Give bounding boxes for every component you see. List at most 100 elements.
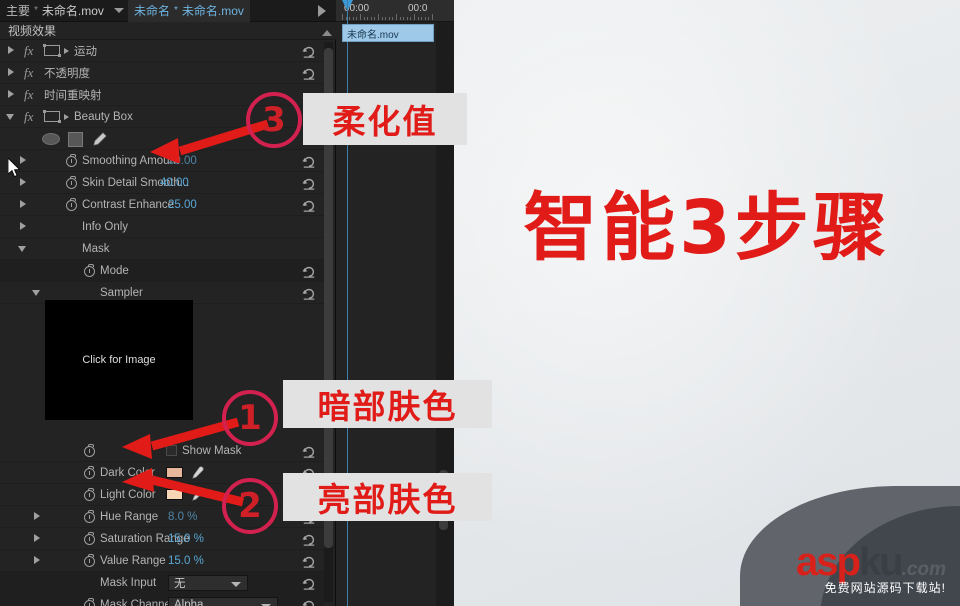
effect-row-saturation-range[interactable]: Saturation Range 15.0 % xyxy=(0,528,324,550)
parameter-label: Sampler xyxy=(100,286,143,299)
twirl-closed-icon[interactable] xyxy=(64,48,69,54)
checkbox-label: Show Mask xyxy=(182,444,242,457)
twirl-closed-icon[interactable] xyxy=(64,114,69,120)
reset-parameter-icon[interactable] xyxy=(302,66,316,80)
reset-parameter-icon[interactable] xyxy=(302,554,316,568)
reset-parameter-icon[interactable] xyxy=(302,576,316,590)
annotation-label-1: 暗部肤色 xyxy=(283,380,492,428)
effect-row-smoothing[interactable]: Smoothing Amount 30.00 xyxy=(0,150,324,172)
parameter-value[interactable]: 40.00 xyxy=(160,177,189,189)
dropdown-mask-channel[interactable]: Alpha xyxy=(168,597,278,606)
clip-name-label: 未命名.mov xyxy=(347,29,399,41)
transform-icon[interactable] xyxy=(43,110,61,123)
effect-row-contrast[interactable]: Contrast Enhance 25.00 xyxy=(0,194,324,216)
stopwatch-toggle-icon[interactable] xyxy=(84,263,95,277)
application-window: 主要 * 未命名.mov 未命名 * 未命名.mov 视频效果 fx 运动 fx 不透… xyxy=(0,0,960,606)
twirl-closed-icon[interactable] xyxy=(32,534,42,544)
reset-parameter-icon[interactable] xyxy=(302,286,316,300)
checkbox[interactable] xyxy=(166,445,177,456)
parameter-label: 运动 xyxy=(74,45,97,58)
parameter-label: Beauty Box xyxy=(74,110,133,123)
effect-row-mode[interactable]: Mode xyxy=(0,260,324,282)
effect-row-mask-input[interactable]: Mask Input 无 xyxy=(0,572,324,594)
fx-icon: fx xyxy=(24,109,34,124)
transform-icon[interactable] xyxy=(43,44,61,57)
eyedropper-icon[interactable] xyxy=(190,488,204,502)
sampler-image-button[interactable]: Click for Image xyxy=(45,300,193,420)
stopwatch-toggle-icon[interactable] xyxy=(84,465,95,479)
stopwatch-toggle-icon[interactable] xyxy=(66,197,77,211)
parameter-value[interactable]: 15.0 % xyxy=(168,555,204,567)
stopwatch-toggle-icon[interactable] xyxy=(84,553,95,567)
parameter-value[interactable]: 25.00 xyxy=(168,199,197,211)
annotation-badge-3-label: 3 xyxy=(262,100,286,140)
parameter-label: Hue Range xyxy=(100,510,159,523)
panel-tab-bar: 主要 * 未命名.mov 未命名 * 未命名.mov xyxy=(0,0,336,22)
timeline-clip[interactable]: 未命名.mov xyxy=(342,24,434,42)
effect-row-motion[interactable]: fx 运动 xyxy=(0,40,324,62)
tab-modified-star: * xyxy=(34,5,38,16)
stopwatch-toggle-icon[interactable] xyxy=(84,509,95,523)
stopwatch-toggle-icon[interactable] xyxy=(66,153,77,167)
stopwatch-toggle-icon[interactable] xyxy=(84,531,95,545)
twirl-closed-icon[interactable] xyxy=(18,178,28,188)
reset-parameter-icon[interactable] xyxy=(302,44,316,58)
pen-mask-icon[interactable] xyxy=(92,131,108,147)
effect-row-info-only[interactable]: Info Only xyxy=(0,216,324,238)
program-monitor[interactable]: 智能3步骤 aspku.com 免费网站源码下载站! xyxy=(454,0,960,606)
parameter-value[interactable]: 15.0 % xyxy=(168,533,204,545)
reset-parameter-icon[interactable] xyxy=(302,176,316,190)
effect-row-value-range[interactable]: Value Range 15.0 % xyxy=(0,550,324,572)
twirl-open-icon[interactable] xyxy=(18,244,28,254)
play-arrow-icon[interactable] xyxy=(318,5,326,17)
stopwatch-toggle-icon[interactable] xyxy=(66,175,77,189)
twirl-open-icon[interactable] xyxy=(6,112,16,122)
effect-row-mask-channel[interactable]: Mask Channel Alpha xyxy=(0,594,324,606)
chevron-down-icon[interactable] xyxy=(231,582,241,587)
effect-row-skin-detail[interactable]: Skin Detail Smooth... 40.00 xyxy=(0,172,324,194)
reset-parameter-icon[interactable] xyxy=(302,598,316,606)
tab-sequence-active[interactable]: 未命名 * 未命名.mov xyxy=(127,0,250,22)
annotation-label-3: 柔化值 xyxy=(303,93,467,145)
twirl-closed-icon[interactable] xyxy=(32,556,42,566)
eyedropper-icon[interactable] xyxy=(190,466,204,480)
rectangle-mask-icon[interactable] xyxy=(68,132,83,147)
tab-sequence-inactive[interactable]: 主要 * 未命名.mov xyxy=(0,0,110,22)
dropdown-mask-input[interactable]: 无 xyxy=(168,575,248,591)
ellipse-mask-icon[interactable] xyxy=(42,133,60,145)
watermark-part-com: .com xyxy=(901,559,946,580)
stopwatch-toggle-icon[interactable] xyxy=(84,597,95,606)
reset-parameter-icon[interactable] xyxy=(302,264,316,278)
video-effects-label: 视频效果 xyxy=(8,24,57,38)
reset-parameter-icon[interactable] xyxy=(302,154,316,168)
twirl-closed-icon[interactable] xyxy=(6,46,16,56)
parameter-label: Mask xyxy=(82,242,110,255)
scroll-up-arrow-icon[interactable] xyxy=(322,30,332,36)
parameter-value[interactable]: 8.0 % xyxy=(168,511,197,523)
annotation-badge-3: 3 xyxy=(246,92,302,148)
twirl-closed-icon[interactable] xyxy=(32,512,42,522)
twirl-closed-icon[interactable] xyxy=(18,222,28,232)
reset-parameter-icon[interactable] xyxy=(302,198,316,212)
reset-parameter-icon[interactable] xyxy=(302,444,316,458)
effect-row-dark-color[interactable]: Dark Color xyxy=(0,462,324,484)
chevron-down-icon[interactable] xyxy=(113,8,124,13)
twirl-closed-icon[interactable] xyxy=(6,90,16,100)
effect-row-show-mask[interactable]: Show Mask xyxy=(0,440,324,462)
twirl-open-icon[interactable] xyxy=(32,288,42,298)
color-swatch[interactable] xyxy=(166,467,183,478)
parameter-value[interactable]: 30.00 xyxy=(168,155,197,167)
reset-parameter-icon[interactable] xyxy=(302,532,316,546)
twirl-closed-icon[interactable] xyxy=(18,200,28,210)
effect-row-opacity[interactable]: fx 不透明度 xyxy=(0,62,324,84)
parameter-label: Info Only xyxy=(82,220,129,233)
color-swatch[interactable] xyxy=(166,489,183,500)
twirl-closed-icon[interactable] xyxy=(6,68,16,78)
tab-modified-star: * xyxy=(173,5,178,16)
annotation-badge-1-label: 1 xyxy=(238,398,262,438)
effect-row-mask[interactable]: Mask xyxy=(0,238,324,260)
timeline-ruler[interactable]: 00:00 00:0 xyxy=(336,0,454,22)
stopwatch-toggle-icon[interactable] xyxy=(84,443,95,457)
stopwatch-toggle-icon[interactable] xyxy=(84,487,95,501)
parameter-label: Mask Channel xyxy=(100,598,174,606)
